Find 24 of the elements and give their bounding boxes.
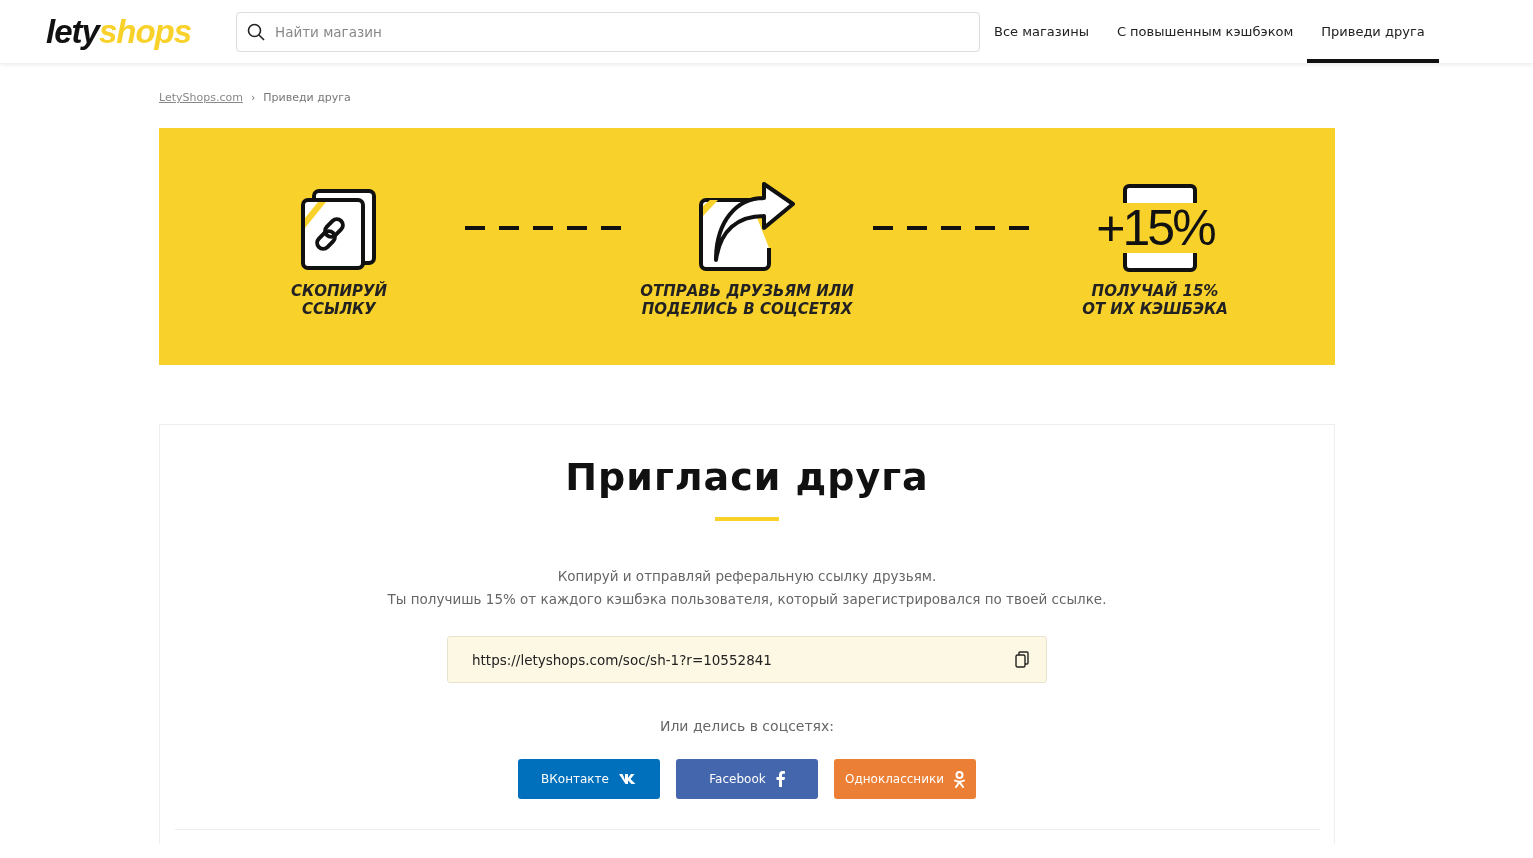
referral-link-field[interactable]: https://letyshops.com/soc/sh-1?r=10552841 [447, 636, 1047, 683]
facebook-icon [775, 771, 785, 787]
nav-tab[interactable]: С повышенным кэшбэком [1102, 0, 1308, 63]
search-icon [247, 22, 265, 41]
step-caption: ПОЛУЧАЙ 15% ОТ ИХ КЭШБЭКА [1082, 282, 1228, 318]
breadcrumb-link[interactable]: LetyShops.com [159, 91, 243, 104]
odnoklassniki-icon [954, 770, 966, 788]
nav-tab[interactable]: Все магазины [980, 0, 1103, 63]
step-caption: ОТПРАВЬ ДРУЗЬЯМ ИЛИ ПОДЕЛИСЬ В СОЦСЕТЯХ [640, 282, 854, 318]
share-arrow-icon [698, 182, 796, 272]
breadcrumb-current: Приведи друга [263, 91, 351, 104]
copy-icon[interactable] [1015, 651, 1029, 668]
nav-tab[interactable]: Приведи друга [1307, 0, 1439, 63]
copy-link-icon [300, 188, 378, 272]
share-button[interactable]: ВКонтакте [518, 759, 660, 799]
breadcrumb-separator: › [250, 91, 256, 104]
search-field[interactable]: Найти магазин [236, 11, 980, 52]
step-caption: СКОПИРУЙ ССЫЛКУ [290, 282, 388, 318]
share-label: Или делись в соцсетях: [659, 718, 835, 734]
invite-description: Копируй и отправляй реферальную ссылку друзьям. Ты получишь 15% от каждого кэшбэка пользователя, который зарегистрировался по твоей ссылке. [387, 567, 1107, 609]
invite-title: Пригласи друга [565, 455, 929, 499]
logo[interactable]: letyshops [46, 12, 236, 51]
vk-icon [618, 774, 637, 784]
share-button[interactable]: Facebook [676, 759, 818, 799]
